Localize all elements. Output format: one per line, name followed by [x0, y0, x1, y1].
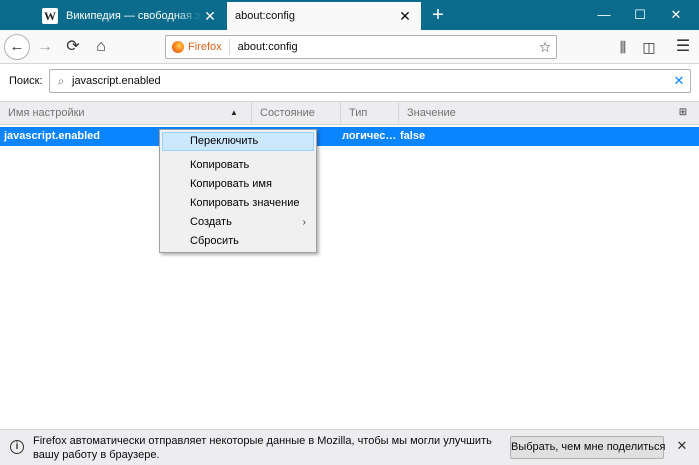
menu-item-copy-name[interactable]: Копировать имя	[162, 175, 314, 194]
menu-item-toggle[interactable]: Переключить	[162, 132, 314, 151]
table-row[interactable]: javascript.enabled логичес… false	[0, 127, 699, 146]
menu-item-create[interactable]: Создать ›	[162, 213, 314, 232]
window-close-icon[interactable]: ✕	[653, 0, 699, 30]
back-arrow-icon[interactable]: ←	[4, 34, 30, 60]
info-icon: i	[10, 440, 24, 454]
column-header-type[interactable]: Тип	[340, 102, 398, 124]
site-identity[interactable]: Firefox	[166, 39, 230, 55]
library-icon[interactable]: ⫼	[612, 34, 634, 60]
nav-toolbar: ← → ⟳ ⌂ Firefox about:config ☆ ⫼ ◫ ☰	[0, 30, 699, 64]
pref-value-cell: false	[400, 130, 426, 142]
sidebar-icon[interactable]: ◫	[638, 34, 660, 60]
column-header-label: Значение	[407, 107, 456, 119]
search-row: Поиск: ⌕ javascript.enabled ✕	[0, 64, 699, 100]
column-header-label: Тип	[349, 107, 368, 119]
notification-text: Firefox автоматически отправляет некотор…	[33, 435, 492, 461]
submenu-chevron-icon: ›	[302, 217, 306, 228]
wikipedia-favicon-icon: W	[42, 8, 58, 24]
search-label: Поиск:	[9, 75, 43, 87]
tab-about-config[interactable]: about:config ✕	[227, 2, 421, 30]
search-input[interactable]: ⌕ javascript.enabled ✕	[49, 69, 691, 93]
home-icon[interactable]: ⌂	[88, 34, 114, 60]
tab-title: Википедия — свободная энц	[66, 10, 202, 22]
column-header-label: Имя настройки	[8, 107, 85, 119]
hamburger-menu-icon[interactable]: ☰	[672, 34, 694, 60]
menu-item-copy[interactable]: Копировать	[162, 156, 314, 175]
tab-wikipedia[interactable]: W Википедия — свободная энц ✕	[34, 2, 226, 30]
url-bar[interactable]: Firefox about:config ☆	[165, 35, 557, 59]
bookmark-star-icon[interactable]: ☆	[534, 39, 556, 56]
menu-item-label: Создать	[190, 216, 232, 228]
title-bar: W Википедия — свободная энц ✕ about:conf…	[0, 0, 699, 30]
new-tab-button[interactable]: +	[427, 4, 449, 26]
identity-label: Firefox	[188, 41, 222, 53]
browser-window: W Википедия — свободная энц ✕ about:conf…	[0, 0, 699, 465]
column-header-status[interactable]: Состояние	[251, 102, 340, 124]
clear-search-icon[interactable]: ✕	[668, 73, 690, 89]
firefox-logo-icon	[172, 41, 184, 53]
choose-data-button[interactable]: Выбрать, чем мне поделиться	[510, 436, 666, 459]
notification-close-icon[interactable]: ✕	[672, 438, 692, 454]
pref-name-cell: javascript.enabled	[4, 130, 100, 142]
tab-title: about:config	[235, 10, 295, 22]
column-picker-icon[interactable]: ⊞	[676, 102, 690, 124]
prefs-table-header: Имя настройки ▲ Состояние Тип Значение ⊞	[0, 101, 699, 125]
menu-item-copy-value[interactable]: Копировать значение	[162, 194, 314, 213]
forward-arrow-icon[interactable]: →	[32, 34, 58, 60]
column-header-value[interactable]: Значение	[398, 102, 668, 124]
search-icon: ⌕	[57, 73, 65, 88]
search-value[interactable]: javascript.enabled	[72, 75, 668, 87]
menu-item-reset[interactable]: Сбросить	[162, 232, 314, 251]
sort-ascending-icon: ▲	[230, 108, 238, 117]
context-menu: Переключить Копировать Копировать имя Ко…	[159, 129, 317, 253]
pref-type-cell: логичес…	[342, 130, 397, 142]
notification-bar: i Firefox автоматически отправляет некот…	[0, 429, 699, 465]
tab-close-icon[interactable]: ✕	[397, 8, 413, 24]
column-header-label: Состояние	[260, 107, 315, 119]
tab-close-icon[interactable]: ✕	[202, 8, 218, 24]
column-header-name[interactable]: Имя настройки	[0, 102, 250, 124]
reload-icon[interactable]: ⟳	[60, 34, 86, 60]
url-text[interactable]: about:config	[230, 41, 534, 53]
